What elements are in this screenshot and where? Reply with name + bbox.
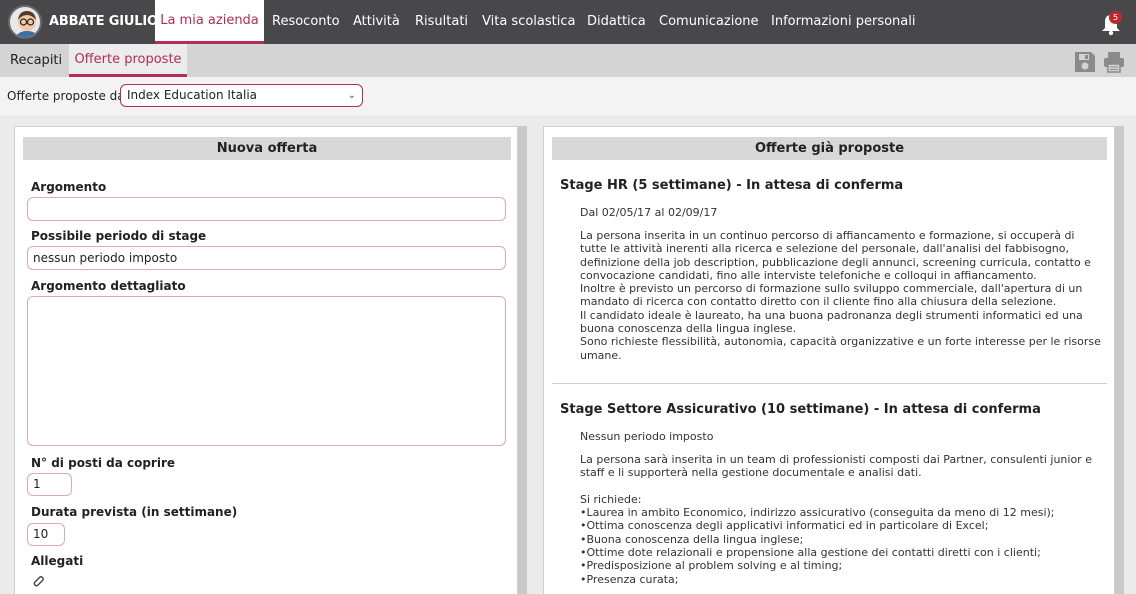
offer-description-line: mandato di ricerca con contatto diretto … — [580, 295, 1057, 309]
past-offers-scrollbar[interactable] — [1115, 126, 1124, 594]
nav-resoconto[interactable]: Resoconto — [272, 0, 340, 44]
offer-description-line: La persona sarà inserita in un team di p… — [580, 453, 1092, 466]
nav-informazioni-personali[interactable]: Informazioni personali — [771, 0, 915, 44]
offer-description-line: Inoltre è previsto un percorso di formaz… — [580, 282, 1083, 296]
offer-divider — [552, 383, 1107, 384]
offer-description-line: definizione della job description, pubbl… — [580, 255, 1091, 269]
offer-title: Stage HR (5 settimane) - In attesa di co… — [560, 178, 904, 193]
tab-la-mia-azienda[interactable]: La mia azienda — [155, 0, 264, 44]
notifications-badge: 5 — [1109, 11, 1122, 24]
topic-input[interactable] — [27, 197, 506, 221]
offer-description-line: Il candidato ideale è laureato, ha una b… — [580, 308, 1083, 322]
user-name[interactable]: ABBATE GIULIO — [49, 0, 158, 44]
offer-description-line: •Buona conoscenza della lingua inglese; — [580, 532, 804, 546]
attachments-label: Allegati — [31, 554, 84, 568]
paperclip-icon[interactable] — [32, 575, 44, 587]
offer-description-line: tutte le attività inerenti alla ricerca … — [580, 242, 1070, 256]
offer-description-line: Sono richieste flessibilità, autonomia, … — [580, 335, 1101, 349]
offer-description-line: convocazione candidati, fino alle interv… — [580, 268, 1037, 282]
offer-description-line: •Predisposizione al problem solving e al… — [580, 559, 843, 573]
tab-la-mia-azienda-label: La mia azienda — [160, 13, 259, 28]
new-offer-title: Nuova offerta — [23, 137, 511, 160]
nav-risultati[interactable]: Risultati — [415, 0, 468, 44]
duration-label: Durata prevista (in settimane) — [31, 505, 238, 519]
offer-description-line — [580, 480, 1100, 493]
offer-period: Dal 02/05/17 al 02/09/17 — [580, 206, 718, 219]
offer-description-line: umane. — [580, 348, 622, 362]
offer-description-line: •Laurea in ambito Economico, indirizzo a… — [580, 506, 1055, 520]
company-select-value: Index Education Italia — [127, 88, 258, 102]
period-label: Possibile periodo di stage — [31, 229, 207, 243]
past-offers-panel: Offerte già proposte Stage HR (5 settima… — [543, 126, 1115, 594]
offer-title: Stage Settore Assicurativo (10 settimane… — [560, 402, 1041, 417]
new-offer-scrollbar[interactable] — [518, 126, 527, 594]
past-offers-title: Offerte già proposte — [552, 137, 1107, 160]
nav-comunicazione[interactable]: Comunicazione — [659, 0, 759, 44]
avatar-icon — [15, 11, 39, 37]
topic-label: Argomento — [31, 180, 107, 194]
nav-attivita[interactable]: Attività — [353, 0, 400, 44]
subtab-recapiti[interactable]: Recapiti — [10, 44, 62, 77]
offer-description-line: Si richiede: — [580, 492, 642, 506]
offer-description-line: staff e li supporterà nella gestione doc… — [580, 466, 922, 480]
duration-input[interactable]: 10 — [27, 523, 65, 546]
company-select[interactable]: Index Education Italia ⌄ — [120, 84, 363, 107]
user-avatar[interactable] — [8, 5, 42, 39]
sub-tabs-bar: Recapiti Offerte proposte — [0, 44, 1136, 77]
offer-description-line: buona conoscenza della lingua inglese. — [580, 322, 797, 336]
positions-label: N° di posti da coprire — [31, 456, 176, 470]
period-input[interactable]: nessun periodo imposto — [27, 246, 506, 270]
offer-description-line: •Ottima conoscenza degli applicativi inf… — [580, 519, 989, 533]
offer-description: La persona sarà inserita in un team di p… — [580, 453, 1100, 586]
nav-didattica[interactable]: Didattica — [587, 0, 646, 44]
nav-vita-scolastica[interactable]: Vita scolastica — [482, 0, 575, 44]
detail-textarea[interactable] — [27, 296, 506, 446]
print-icon[interactable] — [1103, 51, 1125, 73]
new-offer-panel: Nuova offerta Argomento Possibile period… — [14, 126, 518, 594]
offer-description-line: La persona inserita in un continuo perco… — [580, 229, 1075, 242]
detail-label: Argomento dettagliato — [31, 279, 186, 293]
filter-label: Offerte proposte da — [7, 89, 125, 103]
positions-input[interactable]: 1 — [27, 473, 72, 496]
offer-description-line: •Ottime dote relazionali e propensione a… — [580, 546, 1041, 560]
save-icon[interactable] — [1074, 51, 1096, 73]
filter-bar: Offerte proposte da Index Education Ital… — [0, 77, 1136, 115]
subtab-offerte-proposte[interactable]: Offerte proposte — [69, 44, 187, 77]
offer-description: La persona inserita in un continuo perco… — [580, 229, 1101, 362]
offer-description-line: •Presenza curata; — [580, 572, 679, 586]
top-navigation-bar: ABBATE GIULIO La mia azienda Resoconto A… — [0, 0, 1136, 44]
offer-period: Nessun periodo imposto — [580, 430, 714, 443]
chevron-down-icon: ⌄ — [347, 90, 356, 101]
